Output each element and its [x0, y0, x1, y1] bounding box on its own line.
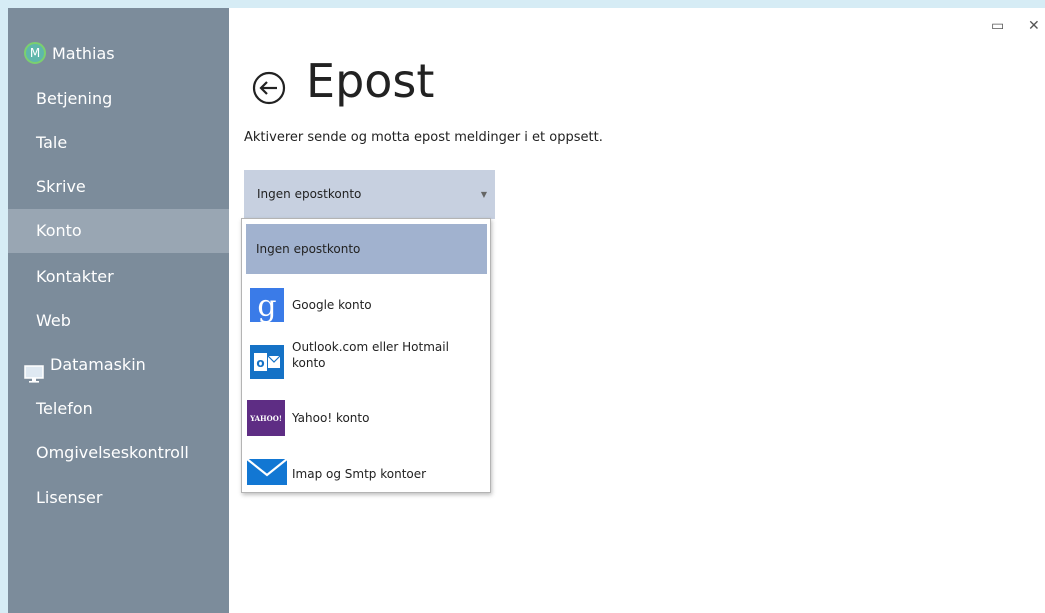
yahoo-icon: YAHOO! [247, 400, 285, 436]
app-window: M Mathias Betjening Tale Skrive Konto Kon… [8, 8, 1045, 613]
sidebar-item-label: Omgivelseskontroll [36, 443, 189, 462]
svg-text:YAHOO!: YAHOO! [249, 414, 282, 423]
sidebar-item-tale[interactable]: Tale [8, 121, 229, 165]
sidebar-item-label: Web [36, 311, 71, 330]
option-google[interactable]: g Google konto [246, 279, 487, 331]
option-label: Google konto [292, 298, 372, 312]
sidebar-item-konto[interactable]: Konto [8, 209, 229, 253]
user-profile[interactable]: M Mathias [8, 32, 229, 76]
option-label: Ingen epostkonto [256, 242, 361, 256]
option-label: Outlook.com eller Hotmail konto [292, 340, 449, 370]
svg-text:g: g [257, 289, 276, 322]
user-name: Mathias [52, 44, 115, 63]
sidebar-item-omgivelseskontroll[interactable]: Omgivelseskontroll [8, 431, 229, 475]
sidebar-item-label: Skrive [36, 177, 86, 196]
maximize-button[interactable]: ▭ [991, 18, 1004, 34]
sidebar-item-label: Betjening [36, 89, 113, 108]
sidebar-item-betjening[interactable]: Betjening [8, 77, 229, 121]
sidebar-item-web[interactable]: Web [8, 299, 229, 343]
sidebar-item-label: Tale [36, 133, 68, 152]
sidebar: M Mathias Betjening Tale Skrive Konto Kon… [8, 8, 229, 613]
option-label: Imap og Smtp kontoer [292, 467, 427, 481]
sidebar-item-datamaskin[interactable]: Datamaskin [8, 343, 229, 387]
option-no-account[interactable]: Ingen epostkonto [246, 224, 487, 274]
sidebar-item-label: Datamaskin [50, 355, 146, 374]
google-icon: g [250, 288, 284, 324]
outlook-icon: o [250, 345, 284, 379]
option-outlook[interactable]: o Outlook.com eller Hotmail konto [246, 334, 487, 390]
sidebar-item-label: Konto [36, 221, 82, 240]
sidebar-item-label: Lisenser [36, 488, 103, 507]
user-avatar: M [24, 41, 46, 64]
sidebar-item-kontakter[interactable]: Kontakter [8, 255, 229, 299]
sidebar-item-telefon[interactable]: Telefon [8, 387, 229, 431]
chevron-down-icon: ▼ [480, 190, 487, 199]
page-subtitle: Aktiverer sende og motta epost meldinger… [244, 130, 603, 145]
account-dropdown: Ingen epostkonto g Google konto o Outloo… [241, 218, 491, 493]
sidebar-item-lisenser[interactable]: Lisenser [8, 476, 229, 520]
page-title: Epost [306, 54, 435, 108]
sidebar-item-skrive[interactable]: Skrive [8, 165, 229, 209]
close-button[interactable]: ✕ [1028, 18, 1040, 34]
mail-icon [246, 457, 288, 491]
account-select-value: Ingen epostkonto [257, 187, 362, 201]
sidebar-item-label: Kontakter [36, 267, 114, 286]
account-select[interactable]: Ingen epostkonto ▼ [244, 170, 495, 219]
back-button[interactable] [251, 70, 287, 106]
option-imap-smtp[interactable]: Imap og Smtp kontoer [246, 445, 487, 497]
svg-text:o: o [256, 356, 264, 370]
option-yahoo[interactable]: YAHOO! Yahoo! konto [246, 391, 487, 443]
option-label: Yahoo! konto [292, 411, 370, 425]
sidebar-item-label: Telefon [36, 399, 93, 418]
back-arrow-icon [252, 71, 286, 105]
monitor-icon [24, 356, 44, 383]
